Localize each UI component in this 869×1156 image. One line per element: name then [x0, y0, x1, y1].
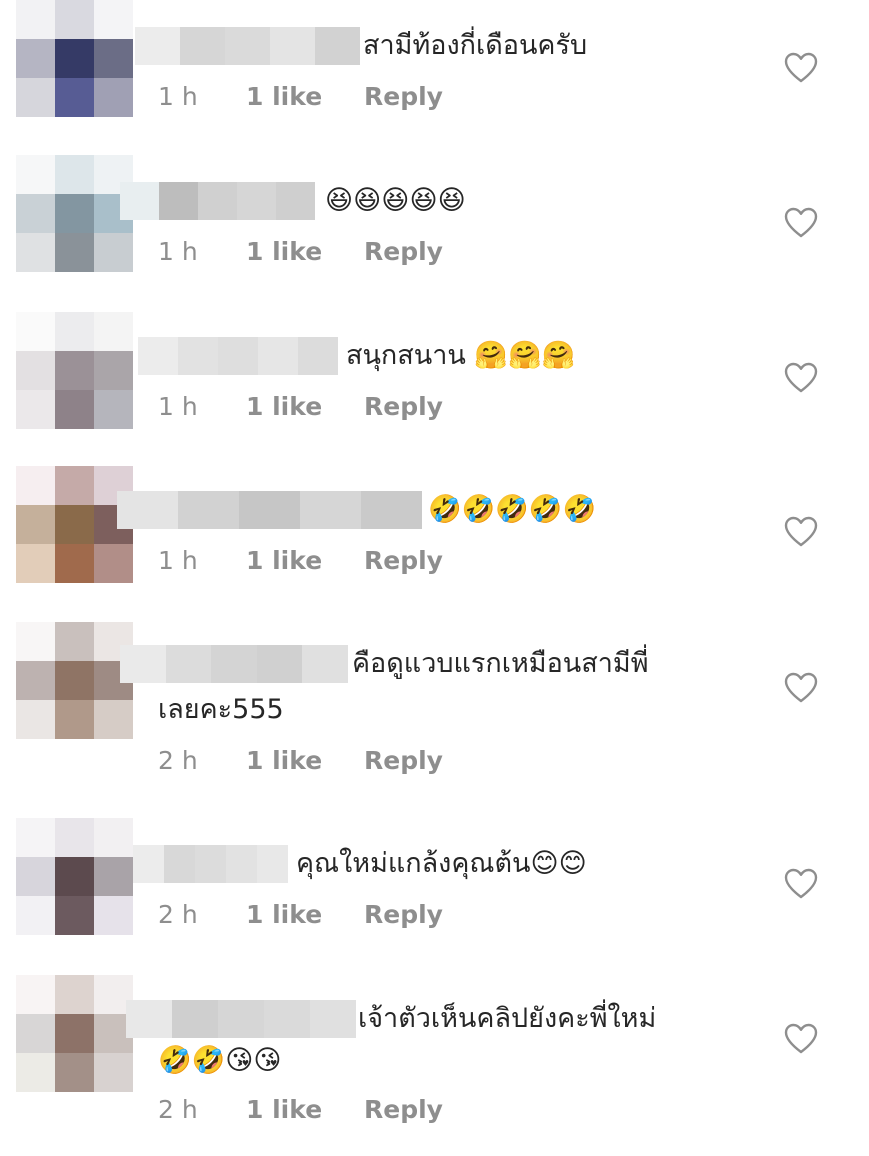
reply-button[interactable]: Reply	[364, 1095, 443, 1124]
username-blurred[interactable]	[135, 27, 360, 65]
like-count[interactable]: 1 like	[246, 546, 364, 575]
comment-text-line2: เลยคะ555	[158, 694, 284, 725]
comment-text: คุณใหม่แกล้งคุณต้น😊😊	[296, 848, 587, 879]
heart-icon[interactable]	[784, 362, 818, 394]
username-blurred[interactable]	[126, 1000, 356, 1038]
like-count[interactable]: 1 like	[246, 1095, 364, 1124]
avatar[interactable]	[16, 818, 133, 935]
comment-text: 😆😆😆😆😆	[325, 185, 466, 216]
comment-item: คุณใหม่แกล้งคุณต้น😊😊 2 h 1 like Reply	[0, 818, 869, 973]
username-blurred[interactable]	[133, 845, 288, 883]
heart-icon[interactable]	[784, 516, 818, 548]
reply-button[interactable]: Reply	[364, 900, 443, 929]
avatar[interactable]	[16, 622, 133, 739]
comment-timestamp: 2 h	[158, 900, 198, 929]
comment-timestamp: 1 h	[158, 392, 198, 421]
avatar[interactable]	[16, 466, 133, 583]
comment-item: สนุกสนาน 🤗🤗🤗 1 h 1 like Reply	[0, 312, 869, 467]
avatar[interactable]	[16, 0, 133, 117]
comment-meta: 2 h 1 like Reply	[158, 900, 443, 929]
username-blurred[interactable]	[120, 182, 315, 220]
comment-meta: 1 h 1 like Reply	[158, 546, 443, 575]
comment-item: 🤣🤣🤣🤣🤣 1 h 1 like Reply	[0, 466, 869, 621]
username-blurred[interactable]	[138, 337, 338, 375]
comment-meta: 1 h 1 like Reply	[158, 237, 443, 266]
comment-meta: 2 h 1 like Reply	[158, 746, 443, 775]
reply-button[interactable]: Reply	[364, 746, 443, 775]
comment-timestamp: 1 h	[158, 237, 198, 266]
reply-button[interactable]: Reply	[364, 82, 443, 111]
avatar[interactable]	[16, 312, 133, 429]
comment-meta: 1 h 1 like Reply	[158, 392, 443, 421]
heart-icon[interactable]	[784, 672, 818, 704]
avatar[interactable]	[16, 155, 133, 272]
avatar[interactable]	[16, 975, 133, 1092]
comment-text: 🤣🤣🤣🤣🤣	[428, 494, 597, 525]
comment-timestamp: 2 h	[158, 1095, 198, 1124]
like-count[interactable]: 1 like	[246, 900, 364, 929]
reply-button[interactable]: Reply	[364, 392, 443, 421]
comment-timestamp: 1 h	[158, 546, 198, 575]
heart-icon[interactable]	[784, 868, 818, 900]
username-blurred[interactable]	[120, 645, 348, 683]
like-count[interactable]: 1 like	[246, 82, 364, 111]
comment-text: สามีท้องกี่เดือนครับ	[363, 30, 588, 61]
heart-icon[interactable]	[784, 207, 818, 239]
heart-icon[interactable]	[784, 52, 818, 84]
comment-text: สนุกสนาน 🤗🤗🤗	[346, 340, 576, 371]
comment-text: เจ้าตัวเห็นคลิปยังคะพี่ใหม่	[358, 1003, 657, 1034]
like-count[interactable]: 1 like	[246, 237, 364, 266]
reply-button[interactable]: Reply	[364, 237, 443, 266]
like-count[interactable]: 1 like	[246, 746, 364, 775]
comment-item: สามีท้องกี่เดือนครับ 1 h 1 like Reply	[0, 0, 869, 155]
like-count[interactable]: 1 like	[246, 392, 364, 421]
reply-button[interactable]: Reply	[364, 546, 443, 575]
comment-item: 😆😆😆😆😆 1 h 1 like Reply	[0, 155, 869, 310]
comment-meta: 1 h 1 like Reply	[158, 82, 443, 111]
username-blurred[interactable]	[117, 491, 422, 529]
comment-meta: 2 h 1 like Reply	[158, 1095, 443, 1124]
comment-item: คือดูแวบแรกเหมือนสามีพี่เลยคะ555 2 h 1 lik…	[0, 622, 869, 777]
comment-item: เจ้าตัวเห็นคลิปยังคะพี่ใหม่ 🤣🤣😘😘 2 h 1 like…	[0, 975, 869, 1130]
comment-text: คือดูแวบแรกเหมือนสามีพี่	[352, 648, 649, 679]
comment-timestamp: 2 h	[158, 746, 198, 775]
heart-icon[interactable]	[784, 1023, 818, 1055]
comment-text-line2: 🤣🤣😘😘	[158, 1045, 282, 1076]
comment-timestamp: 1 h	[158, 82, 198, 111]
